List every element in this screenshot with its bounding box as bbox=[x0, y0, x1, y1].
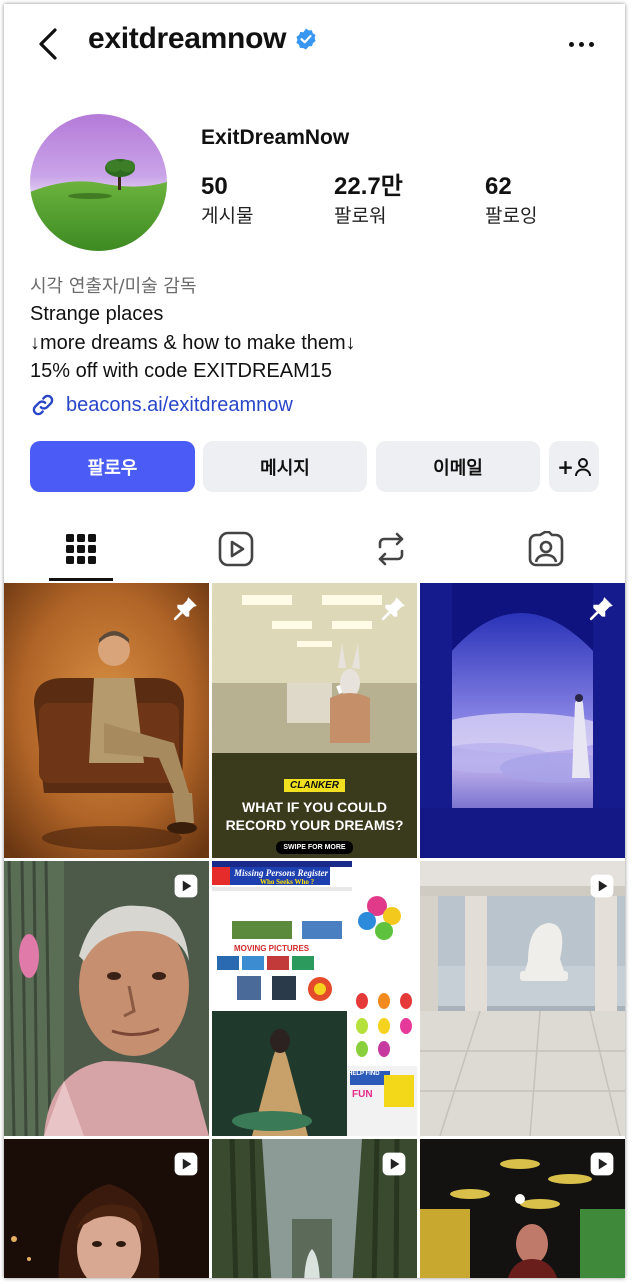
bio-line: ↓more dreams & how to make them↓ bbox=[30, 331, 356, 354]
tab-tagged[interactable] bbox=[514, 516, 578, 582]
person-icon bbox=[574, 457, 591, 476]
reel-icon bbox=[174, 874, 198, 898]
follow-button[interactable]: 팔로우 bbox=[30, 441, 195, 492]
bio-line: Strange places bbox=[30, 303, 164, 325]
post-tile[interactable] bbox=[420, 583, 625, 858]
post-image bbox=[420, 583, 625, 858]
tab-reposts[interactable] bbox=[359, 516, 423, 582]
caption-line: RECORD YOUR DREAMS? bbox=[225, 817, 404, 833]
post-tile[interactable]: Missing Persons Register Who Seeks Who ?… bbox=[212, 861, 417, 1136]
profile-link-text[interactable]: beacons.ai/exitdreamnow bbox=[66, 394, 293, 417]
profile-category: 시각 연출자/미술 감독 bbox=[30, 276, 197, 297]
username-header: exitdreamnow bbox=[88, 22, 318, 56]
more-dot bbox=[578, 41, 584, 47]
caption-brand: CLANKER bbox=[284, 779, 345, 792]
chevron-left-icon bbox=[39, 28, 57, 60]
reel-icon bbox=[174, 1152, 198, 1176]
avatar-image bbox=[30, 114, 167, 251]
tab-reels[interactable] bbox=[204, 516, 268, 582]
collage-title: Missing Persons Register bbox=[234, 868, 329, 878]
profile-link[interactable]: beacons.ai/exitdreamnow bbox=[30, 392, 293, 418]
reel-icon bbox=[382, 1152, 406, 1176]
suggest-people-button[interactable]: + bbox=[549, 441, 599, 492]
message-button[interactable]: 메시지 bbox=[203, 441, 367, 492]
more-options-button[interactable] bbox=[561, 30, 601, 58]
caption-cta: SWIPE FOR MORE bbox=[276, 841, 353, 854]
tagged-person-icon bbox=[528, 531, 564, 567]
collage-heading: MOVING PICTURES bbox=[234, 944, 310, 953]
link-icon bbox=[32, 394, 54, 416]
stat-following-label: 팔로잉 bbox=[485, 205, 538, 227]
active-tab-indicator bbox=[49, 578, 113, 581]
reel-icon bbox=[590, 1152, 614, 1176]
reels-icon bbox=[218, 531, 254, 567]
username: exitdreamnow bbox=[88, 22, 287, 55]
reel-icon bbox=[590, 874, 614, 898]
post-tile[interactable] bbox=[4, 861, 209, 1136]
stat-followers[interactable]: 22.7만 팔로워 bbox=[334, 172, 403, 230]
post-image bbox=[420, 861, 625, 1136]
stat-followers-value: 22.7만 bbox=[334, 173, 403, 200]
collage-subtitle: Who Seeks Who ? bbox=[260, 878, 315, 886]
pin-icon bbox=[381, 597, 405, 621]
caption-line: WHAT IF YOU COULD bbox=[242, 799, 387, 815]
grid-icon bbox=[66, 534, 96, 564]
post-image bbox=[4, 583, 209, 858]
back-button[interactable] bbox=[28, 24, 68, 64]
top-bar: exitdreamnow bbox=[4, 4, 625, 88]
post-tile[interactable] bbox=[420, 861, 625, 1136]
stat-posts-value: 50 bbox=[201, 173, 228, 200]
more-horizontal-icon bbox=[568, 41, 574, 47]
post-image bbox=[4, 861, 209, 1136]
carousel-icon bbox=[382, 873, 407, 898]
repost-icon bbox=[378, 532, 404, 566]
avatar[interactable] bbox=[30, 114, 167, 251]
post-tile[interactable] bbox=[4, 1139, 209, 1278]
post-tile[interactable] bbox=[4, 583, 209, 858]
post-image bbox=[212, 861, 417, 1136]
bio-line: 15% off with code EXITDREAM15 bbox=[30, 360, 332, 382]
pin-icon bbox=[589, 597, 613, 621]
stat-posts[interactable]: 50 게시물 bbox=[201, 172, 253, 230]
post-caption: CLANKER WHAT IF YOU COULD RECORD YOUR DR… bbox=[212, 773, 417, 854]
more-dot bbox=[588, 41, 594, 47]
profile-screen: exitdreamnow ExitDreamNow 50 게시물 22.7만 팔… bbox=[4, 4, 625, 1278]
stat-posts-label: 게시물 bbox=[201, 205, 254, 227]
post-tile[interactable]: CLANKER WHAT IF YOU COULD RECORD YOUR DR… bbox=[212, 583, 417, 858]
post-tile[interactable] bbox=[420, 1139, 625, 1278]
bio: Strange places ↓more dreams & how to mak… bbox=[30, 300, 356, 386]
collage-help: HELP FIND bbox=[348, 1071, 380, 1077]
collage-fun: FUN bbox=[352, 1089, 373, 1100]
verified-badge-icon bbox=[296, 28, 316, 50]
display-name: ExitDreamNow bbox=[201, 126, 350, 149]
stat-following-value: 62 bbox=[485, 173, 512, 200]
stat-following[interactable]: 62 팔로잉 bbox=[485, 172, 537, 230]
plus-label: + bbox=[557, 454, 574, 479]
profile-tabs bbox=[4, 516, 625, 582]
email-button[interactable]: 이메일 bbox=[376, 441, 540, 492]
tab-grid[interactable] bbox=[49, 516, 113, 582]
pin-icon bbox=[173, 597, 197, 621]
stat-followers-label: 팔로워 bbox=[334, 205, 387, 227]
post-tile[interactable] bbox=[212, 1139, 417, 1278]
